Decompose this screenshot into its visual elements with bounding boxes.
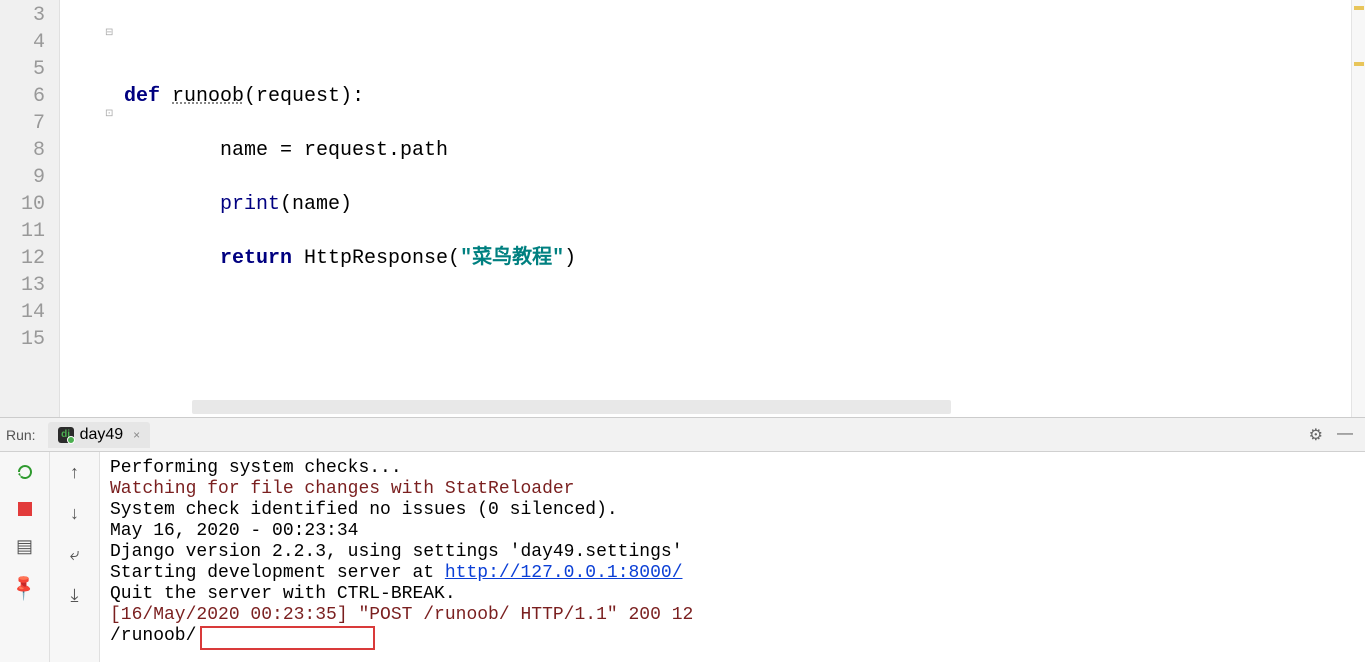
run-toolbar-inner: ↑ ↓ ⤶ ⤓ (50, 452, 100, 662)
code-area[interactable]: ⊟ ⊡ def runoob(request): name = request.… (60, 0, 1351, 417)
pin-icon[interactable]: 📌 (9, 572, 40, 603)
soft-wrap-icon[interactable]: ⤶ (69, 544, 79, 565)
run-body: ▤ 📌 ↑ ↓ ⤶ ⤓ Performing system checks... … (0, 452, 1365, 662)
line-num: 13 (0, 272, 45, 299)
console-line: Watching for file changes with StatReloa… (110, 479, 1355, 500)
console-line: Django version 2.2.3, using settings 'da… (110, 542, 1355, 563)
console-line: Performing system checks... (110, 458, 1355, 479)
console-line: May 16, 2020 - 00:23:34 (110, 521, 1355, 542)
code-editor[interactable]: 3 4 5 6 7 8 9 10 11 12 13 14 15 ⊟ ⊡ def … (0, 0, 1365, 417)
run-config-tab[interactable]: dj day49 × (48, 422, 151, 448)
fold-collapse-icon[interactable]: ⊟ (105, 27, 113, 38)
warning-marker[interactable] (1354, 62, 1364, 66)
console-path-line: /runoob/ (110, 626, 1355, 647)
console-line: Quit the server with CTRL-BREAK. (110, 584, 1355, 605)
line-num: 9 (0, 164, 45, 191)
hide-icon[interactable]: — (1337, 425, 1353, 445)
line-num: 12 (0, 245, 45, 272)
down-arrow-icon[interactable]: ↓ (70, 503, 79, 524)
line-num: 6 (0, 83, 45, 110)
line-num: 15 (0, 326, 45, 353)
line-num: 3 (0, 2, 45, 29)
up-arrow-icon[interactable]: ↑ (70, 462, 79, 483)
close-tab-icon[interactable]: × (133, 428, 140, 442)
horizontal-scrollbar[interactable] (192, 400, 951, 414)
run-toolbar-left: ▤ 📌 (0, 452, 50, 662)
django-icon: dj (58, 427, 74, 443)
console-line: System check identified no issues (0 sil… (110, 500, 1355, 521)
code-content[interactable]: def runoob(request): name = request.path… (66, 2, 1351, 326)
line-number-gutter: 3 4 5 6 7 8 9 10 11 12 13 14 15 (0, 0, 60, 417)
scroll-to-end-icon[interactable]: ⤓ (71, 585, 79, 606)
console-output[interactable]: Performing system checks... Watching for… (100, 452, 1365, 662)
code-line (124, 29, 1351, 56)
server-url-link[interactable]: http://127.0.0.1:8000/ (445, 563, 683, 583)
run-title: Run: (6, 427, 36, 443)
line-num: 11 (0, 218, 45, 245)
line-num: 8 (0, 137, 45, 164)
gear-icon[interactable]: ⚙ (1309, 425, 1323, 445)
code-line: print(name) (124, 191, 1351, 218)
run-config-name: day49 (80, 426, 124, 444)
line-num: 7 (0, 110, 45, 137)
run-header: Run: dj day49 × ⚙ — (0, 418, 1365, 452)
layout-icon[interactable]: ▤ (16, 536, 33, 557)
editor-scroll-markers[interactable] (1351, 0, 1365, 417)
rerun-icon[interactable] (15, 462, 35, 482)
line-num: 10 (0, 191, 45, 218)
line-num: 4 (0, 29, 45, 56)
fold-end-icon[interactable]: ⊡ (105, 108, 113, 119)
code-line: return HttpResponse("菜鸟教程") (124, 245, 1351, 272)
code-line: def runoob(request): (124, 83, 1351, 110)
line-num: 14 (0, 299, 45, 326)
line-num: 5 (0, 56, 45, 83)
stop-icon[interactable] (18, 502, 32, 516)
code-line: name = request.path (124, 137, 1351, 164)
run-tool-window: Run: dj day49 × ⚙ — ▤ 📌 ↑ ↓ ⤶ ⤓ Performi… (0, 417, 1365, 662)
console-line: Starting development server at http://12… (110, 563, 1355, 584)
console-request-line: [16/May/2020 00:23:35] "POST /runoob/ HT… (110, 605, 1355, 626)
warning-marker[interactable] (1354, 6, 1364, 10)
